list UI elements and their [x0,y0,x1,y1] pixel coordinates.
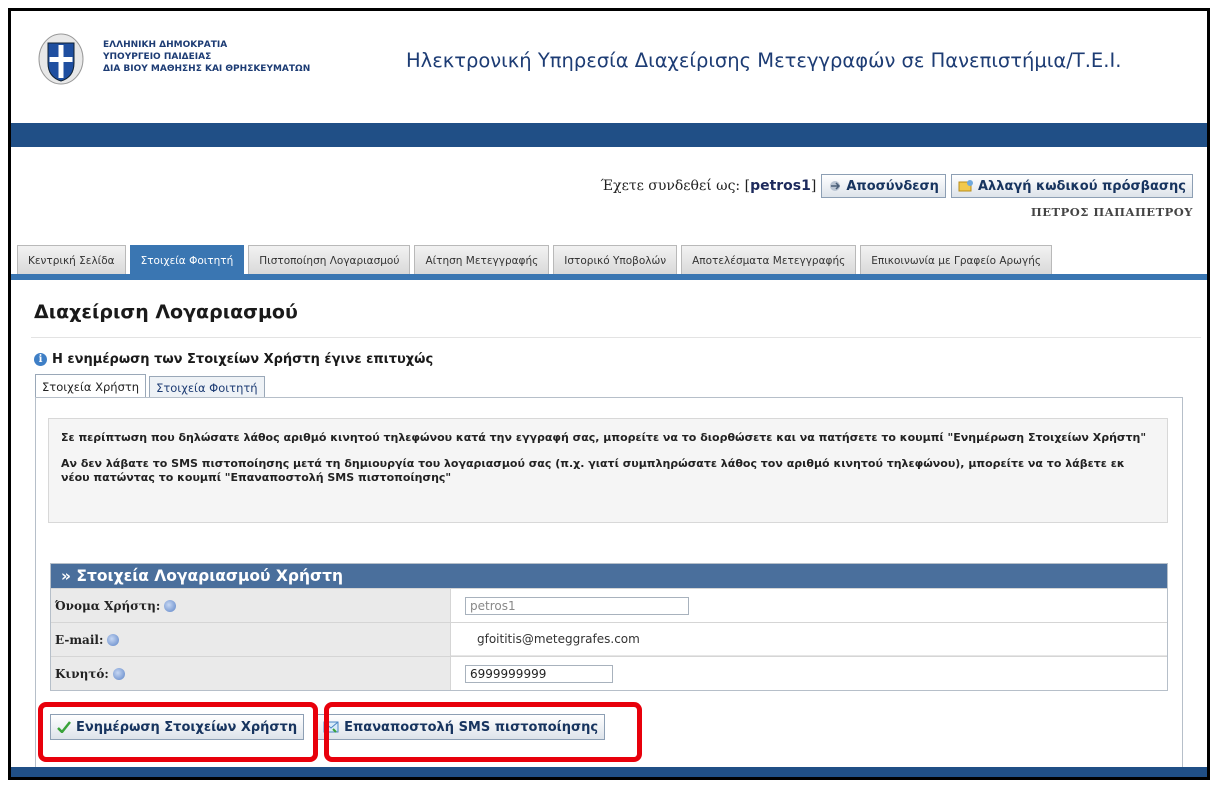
ministry-line-2: ΥΠΟΥΡΓΕΙΟ ΠΑΙΔΕΙΑΣ [103,52,212,62]
success-message: i Η ενημέρωση των Στοιχείων Χρήστη έγινε… [34,352,433,367]
tab-transfer-application[interactable]: Αίτηση Μετεγγραφής [414,245,550,275]
user-bar: Έχετε συνδεθεί ως: [petros1] Αποσύνδεση … [600,174,1193,198]
subtab-user-details[interactable]: Στοιχεία Χρήστη [35,374,147,398]
success-message-text: Η ενημέρωση των Στοιχείων Χρήστη έγινε ε… [52,352,434,367]
username-label: Όνομα Χρήστη: [51,589,451,622]
info-icon: i [34,353,47,366]
change-password-label: Αλλαγή κωδικού πρόσβασης [977,178,1186,194]
notice-paragraph-2: Αν δεν λάβατε το SMS πιστοποίησης μετά τ… [61,457,1125,484]
username-display: petros1 [750,178,811,194]
greek-emblem-logo [38,33,84,85]
email-value: gfoititis@meteggrafes.com [477,632,640,646]
title-divider [31,337,1201,338]
username-value-cell [451,589,1167,622]
app-title: Ηλεκτρονική Υπηρεσία Διαχείρισης Μετεγγρ… [406,49,1122,72]
notice-paragraph-1: Σε περίπτωση που δηλώσατε λάθος αριθμό κ… [61,431,1147,444]
account-section-heading: » Στοιχεία Λογαριασμού Χρήστη [51,564,1167,588]
user-full-name: ΠΕΤΡΟΣ ΠΑΠΑΠΕΤΡΟΥ [1030,205,1193,219]
highlight-update-button [38,702,318,762]
username-field [465,596,689,615]
logout-icon [830,181,841,191]
tab-submission-history[interactable]: Ιστορικό Υποβολών [553,245,678,275]
tab-account-verification[interactable]: Πιστοποίηση Λογαριασμού [248,245,411,275]
ministry-line-1: ΕΛΛΗΝΙΚΗ ΔΗΜΟΚΡΑΤΙΑ [103,40,228,50]
logged-in-as: Έχετε συνδεθεί ως: [petros1] [600,178,817,194]
mobile-row: Κινητό: [51,656,1167,690]
account-details-section: » Στοιχεία Λογαριασμού Χρήστη Όνομα Χρήσ… [50,563,1168,691]
subtabs: Στοιχεία Χρήστη Στοιχεία Φοιτητή [35,374,268,398]
ministry-name: ΕΛΛΗΝΙΚΗ ΔΗΜΟΚΡΑΤΙΑ ΥΠΟΥΡΓΕΙΟ ΠΑΙΔΕΙΑΣ Δ… [103,39,310,75]
mobile-field[interactable] [465,664,613,683]
app-window: ΕΛΛΗΝΙΚΗ ΔΗΜΟΚΡΑΤΙΑ ΥΠΟΥΡΓΕΙΟ ΠΑΙΔΕΙΑΣ Δ… [8,8,1210,780]
mobile-value-cell [451,657,1167,690]
ministry-line-3: ΔΙΑ ΒΙΟΥ ΜΑΘΗΣΗΣ ΚΑΙ ΘΡΗΣΚΕΥΜΑΤΩΝ [103,64,311,74]
header-bar [11,123,1207,147]
subtab-student-details[interactable]: Στοιχεία Φοιτητή [149,376,265,398]
footer-bar [11,767,1207,777]
highlight-resend-button [324,702,642,762]
main-nav: Κεντρική Σελίδα Στοιχεία Φοιτητή Πιστοπο… [17,239,1056,275]
mobile-label: Κινητό: [51,657,451,690]
tab-transfer-results[interactable]: Αποτελέσματα Μετεγγραφής [681,245,857,275]
tab-student-details[interactable]: Στοιχεία Φοιτητή [129,245,245,275]
logout-button[interactable]: Αποσύνδεση [821,174,946,198]
email-row: E-mail: gfoititis@meteggrafes.com [51,622,1167,656]
tabs-underline [11,274,1207,280]
key-icon [958,180,973,192]
change-password-button[interactable]: Αλλαγή κωδικού πρόσβασης [950,174,1193,198]
help-icon[interactable] [112,667,125,680]
site-header: ΕΛΛΗΝΙΚΗ ΔΗΜΟΚΡΑΤΙΑ ΥΠΟΥΡΓΕΙΟ ΠΑΙΔΕΙΑΣ Δ… [11,11,1207,123]
tab-home[interactable]: Κεντρική Σελίδα [17,245,126,275]
page-title: Διαχείριση Λογαριασμού [34,301,298,323]
help-icon[interactable] [107,633,120,646]
notice-box: Σε περίπτωση που δηλώσατε λάθος αριθμό κ… [48,418,1168,523]
email-value-cell: gfoititis@meteggrafes.com [451,623,1167,656]
tab-helpdesk-contact[interactable]: Επικοινωνία με Γραφείο Αρωγής [860,245,1053,275]
email-label: E-mail: [51,623,451,656]
logout-label: Αποσύνδεση [846,178,939,194]
username-row: Όνομα Χρήστη: [51,588,1167,622]
help-icon[interactable] [164,599,177,612]
